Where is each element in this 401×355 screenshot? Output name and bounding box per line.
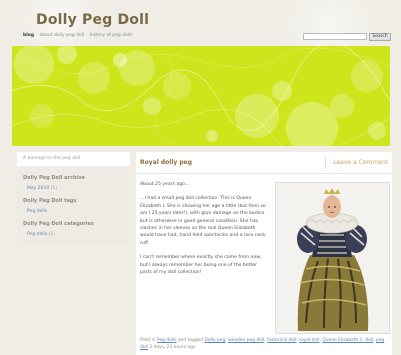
tags-widget-title: Dolly Peg Doll tags	[23, 198, 77, 204]
search-input[interactable]	[303, 33, 367, 40]
leave-comment-link[interactable]: Leave a Comment	[333, 159, 388, 166]
category-item-label[interactable]: Peg dolls	[27, 232, 47, 237]
site-title[interactable]: Dolly Peg Doll	[36, 12, 149, 28]
archive-item-count: (1)	[50, 186, 57, 191]
footer-filed-prefix: Filed in	[140, 338, 156, 343]
category-item-peg-dolls[interactable]: Peg dolls (1)	[17, 230, 130, 239]
archive-item-label[interactable]: May 2010	[27, 186, 49, 191]
category-item-count: (1)	[48, 232, 55, 237]
nav-item-about[interactable]: about dolly peg doll	[40, 33, 85, 38]
footer-time: 2 days, 23 hours ago	[149, 345, 196, 350]
sidebar-widgets: Dolly Peg Doll archive May 2010 (1) Doll…	[17, 170, 130, 245]
categories-widget-title: Dolly Peg Doll categories	[23, 221, 94, 227]
footer-tag-link[interactable]: historical doll	[267, 338, 296, 343]
queen-elizabeth-doll-illustration	[276, 183, 389, 333]
nav-item-history[interactable]: history of peg dolls	[90, 33, 133, 38]
sidebar: A homage to the peg doll Dolly Peg Doll …	[17, 152, 130, 245]
footer-tag-link[interactable]: royal doll	[299, 338, 319, 343]
post-title[interactable]: Royal dolly peg	[140, 159, 192, 166]
archive-widget-title: Dolly Peg Doll archive	[23, 175, 85, 181]
post-paragraph: I can't remember where exactly she came …	[140, 255, 262, 276]
tag-item-peg-dolls[interactable]: Peg dolls	[17, 207, 130, 216]
footer-category-link[interactable]: Peg dolls	[157, 338, 177, 343]
peg-doll-photo[interactable]	[275, 182, 390, 334]
header-banner	[12, 46, 390, 146]
site-tagline: A homage to the peg doll	[17, 152, 130, 166]
footer-tag-link[interactable]: Queen Elizabeth 1. doll	[322, 338, 373, 343]
main-content: Royal dolly peg Leave a Comment About 25…	[136, 152, 392, 355]
footer-tag-link[interactable]: Dolly peg	[204, 338, 225, 343]
nav-item-blog[interactable]: blog	[23, 33, 34, 38]
post-body: About 25 years ago… …I had a small peg d…	[140, 181, 268, 283]
footer-tag-link[interactable]: wooden peg doll	[228, 338, 264, 343]
post-header: Royal dolly peg Leave a Comment	[136, 152, 392, 174]
post-footer: Filed in Peg dolls and tagged Dolly peg,…	[140, 338, 385, 350]
archive-item-may-2010[interactable]: May 2010 (1)	[17, 184, 130, 193]
footer-tagged-text: and tagged	[177, 338, 204, 343]
post-paragraph: …I had a small peg doll collection. This…	[140, 196, 266, 246]
top-navigation: blog about dolly peg doll history of peg…	[23, 33, 137, 38]
banner-bokeh-pattern	[12, 46, 390, 146]
search-button[interactable]: Search	[369, 33, 391, 41]
post-paragraph: About 25 years ago…	[140, 182, 190, 187]
header-divider	[325, 157, 326, 169]
